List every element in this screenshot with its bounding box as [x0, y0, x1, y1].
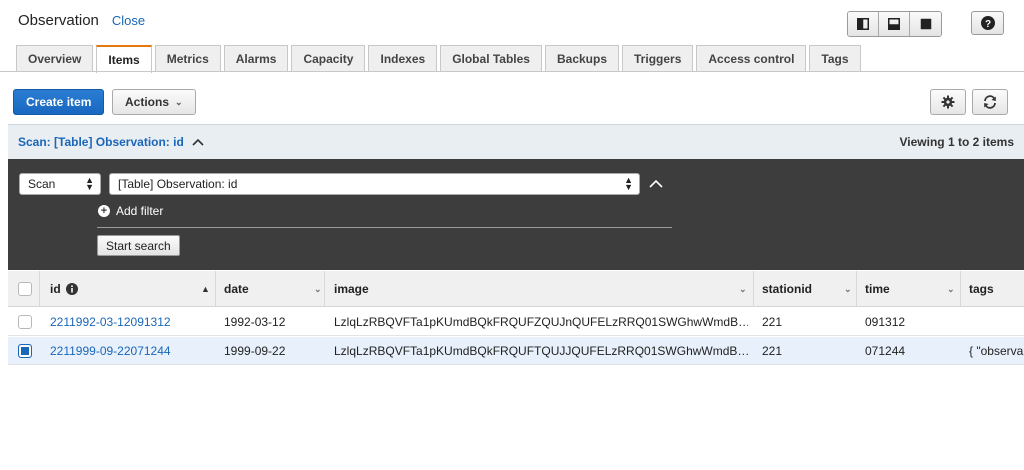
split-vertical-icon	[857, 18, 869, 30]
row-checkbox[interactable]	[18, 308, 32, 336]
sort-toggle-icon: ⌄	[739, 284, 747, 294]
column-label-stationid: stationid	[762, 282, 812, 296]
collapse-caret-icon[interactable]	[649, 179, 663, 189]
start-search-button[interactable]: Start search	[97, 235, 180, 256]
scan-summary-label: Scan: [Table] Observation: id	[18, 135, 184, 149]
chevron-up-icon	[192, 138, 204, 146]
cell-image: LzlqLzRBQVFTa1pKUmdBQkFRQUFZQUJnQUFELzRR…	[334, 315, 748, 329]
viewing-count: Viewing 1 to 2 items	[899, 135, 1014, 149]
tab-access-control[interactable]: Access control	[696, 45, 807, 72]
tab-bar: Overview Items Metrics Alarms Capacity Indexe…	[16, 44, 864, 73]
filter-divider	[97, 227, 672, 228]
view-toggle-group	[847, 11, 942, 37]
chevron-down-icon: ⌄	[175, 96, 183, 107]
checkbox-box	[18, 344, 32, 358]
column-label-image: image	[334, 282, 369, 296]
query-panel: Scan ▲ ▼ [Table] Observation: id ▲ ▼ + Add…	[8, 159, 1024, 270]
settings-button[interactable]	[930, 89, 966, 115]
cell-stationid: 221	[762, 344, 783, 358]
select-arrows-icon: ▲ ▼	[624, 175, 633, 192]
table-index-select[interactable]: [Table] Observation: id ▲ ▼	[109, 173, 640, 195]
cell-date: 1999-09-22	[224, 344, 286, 358]
cell-tags	[969, 308, 1024, 336]
checkbox-box	[18, 315, 32, 329]
column-header-date[interactable]: date ⌄	[224, 271, 324, 307]
column-separator	[39, 271, 40, 307]
select-arrows-icon: ▲ ▼	[85, 175, 94, 192]
select-all-checkbox[interactable]	[18, 271, 32, 307]
refresh-icon	[984, 95, 996, 109]
table-row[interactable]: 2211992-03-12091312 1992-03-12 LzlqLzRBQVF…	[8, 308, 1024, 336]
column-separator	[856, 271, 857, 307]
help-button[interactable]: ?	[971, 11, 1004, 35]
row-checkbox[interactable]	[18, 337, 32, 365]
cell-date: 1992-03-12	[224, 315, 286, 329]
split-vertical-button[interactable]	[848, 12, 879, 36]
tab-metrics[interactable]: Metrics	[154, 45, 221, 72]
split-horizontal-button[interactable]	[879, 12, 910, 36]
column-header-tags[interactable]: tags	[969, 271, 994, 307]
tab-alarms[interactable]: Alarms	[223, 45, 289, 72]
tab-items[interactable]: Items	[96, 45, 152, 73]
column-separator	[960, 271, 961, 307]
column-separator	[324, 271, 325, 307]
column-header-image[interactable]: image ⌄	[334, 271, 753, 307]
scan-summary-bar: Scan: [Table] Observation: id Viewing 1 …	[8, 124, 1024, 159]
scan-toggle[interactable]: Scan: [Table] Observation: id	[18, 135, 204, 149]
cell-id[interactable]: 2211992-03-12091312	[50, 308, 210, 336]
info-icon	[65, 283, 78, 295]
cell-time: 091312	[865, 315, 906, 329]
tab-overview[interactable]: Overview	[16, 45, 94, 72]
full-view-button[interactable]	[910, 12, 941, 36]
add-filter-link[interactable]: + Add filter	[98, 204, 163, 218]
column-header-id[interactable]: id ▲	[50, 271, 215, 307]
column-header-stationid[interactable]: stationid ⌄	[762, 271, 856, 307]
column-label-tags: tags	[969, 282, 994, 296]
gear-icon	[941, 95, 955, 109]
cell-image: LzlqLzRBQVFTa1pKUmdBQkFRQUFTQUJJQUFELzRR…	[334, 344, 748, 358]
page-title: Observation	[18, 12, 99, 29]
sort-toggle-icon: ⌄	[947, 284, 955, 294]
column-separator	[753, 271, 754, 307]
full-view-icon	[920, 18, 931, 30]
sort-toggle-icon: ⌄	[314, 284, 322, 294]
cell-id[interactable]: 2211999-09-22071244	[50, 337, 210, 365]
actions-label: Actions	[125, 95, 170, 109]
cell-time: 071244	[865, 344, 906, 358]
tab-capacity[interactable]: Capacity	[291, 45, 366, 72]
cell-tags: { "observa	[969, 344, 1024, 358]
split-horizontal-icon	[888, 18, 900, 30]
close-link[interactable]: Close	[112, 13, 145, 28]
refresh-button[interactable]	[972, 89, 1008, 115]
sort-asc-icon: ▲	[201, 284, 210, 294]
column-label-time: time	[865, 282, 890, 296]
tab-indexes[interactable]: Indexes	[368, 45, 438, 72]
tab-divider	[0, 71, 1024, 72]
actions-dropdown[interactable]: Actions ⌄	[112, 89, 196, 115]
svg-text:?: ?	[984, 19, 990, 30]
column-label-date: date	[224, 282, 249, 296]
cell-stationid: 221	[762, 315, 783, 329]
question-circle-icon: ?	[980, 16, 995, 30]
sort-toggle-icon: ⌄	[844, 284, 852, 294]
table-header: id ▲ date ⌄ image ⌄ stationid ⌄ time ⌄ t…	[8, 271, 1024, 307]
scan-mode-select[interactable]: Scan ▲ ▼	[19, 173, 101, 195]
table-row[interactable]: 2211999-09-22071244 1999-09-22 LzlqLzRBQVF…	[8, 337, 1024, 365]
column-header-time[interactable]: time ⌄	[865, 271, 960, 307]
scan-mode-value: Scan	[28, 177, 56, 191]
add-filter-label: Add filter	[116, 204, 164, 218]
tab-global-tables[interactable]: Global Tables	[440, 45, 542, 72]
plus-circle-icon: +	[98, 205, 110, 217]
page-header: Observation Close	[18, 12, 145, 29]
tab-backups[interactable]: Backups	[544, 45, 620, 72]
create-item-button[interactable]: Create item	[13, 89, 105, 115]
tab-triggers[interactable]: Triggers	[622, 45, 694, 72]
column-label-id: id	[50, 282, 61, 296]
table-index-value: [Table] Observation: id	[118, 177, 238, 191]
column-separator	[215, 271, 216, 307]
tab-tags[interactable]: Tags	[809, 45, 861, 72]
